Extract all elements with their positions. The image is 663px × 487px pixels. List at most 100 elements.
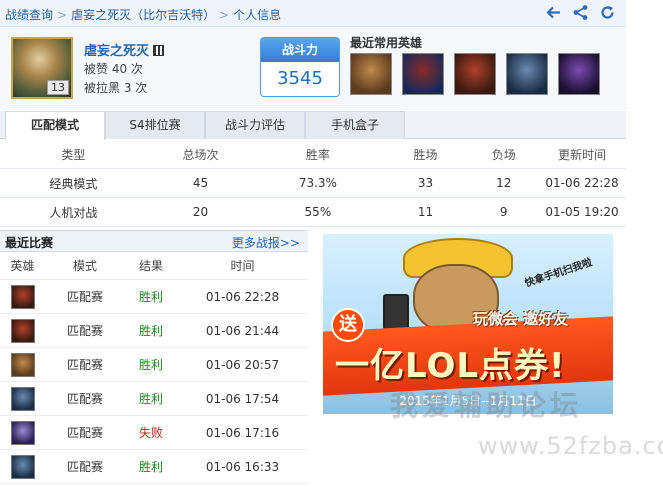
more-reports-link[interactable]: 更多战报>>	[232, 234, 300, 251]
player-name: 虐妄之死灭	[84, 40, 165, 59]
match-result: 胜利	[138, 392, 163, 406]
breadcrumb: 战绩查询 > 虐妄之死灭（比尔吉沃特） > 个人信息	[5, 6, 281, 23]
favorite-hero-icon[interactable]	[454, 53, 496, 95]
stats-table: 类型 总场次 胜率 胜场 负场 更新时间 经典模式 45 73.3% 33 12…	[0, 140, 626, 227]
match-time: 01-06 21:44	[205, 323, 280, 338]
breadcrumb-item-record-query[interactable]: 战绩查询	[5, 8, 53, 22]
tab-mobile-box[interactable]: 手机盒子	[305, 111, 405, 139]
recent-header-mode: 模式	[72, 259, 97, 273]
stats-cell-losses: 9	[499, 205, 508, 219]
match-row[interactable]: 匹配赛 胜利 01-06 20:57	[0, 348, 308, 382]
match-hero-cell	[0, 454, 45, 479]
power-label: 战斗力	[261, 38, 339, 62]
match-mode: 匹配赛	[66, 358, 103, 372]
match-row[interactable]: 匹配赛 胜利 01-06 16:33	[0, 450, 308, 484]
match-hero-cell	[0, 420, 45, 445]
refresh-icon[interactable]	[599, 4, 616, 21]
breadcrumb-item-player[interactable]: 虐妄之死灭（比尔吉沃特）	[71, 8, 215, 22]
favorite-heroes-title: 最近常用英雄	[350, 36, 423, 50]
match-mode: 匹配赛	[66, 324, 103, 338]
stats-header-total: 总场次	[182, 147, 219, 162]
match-hero-cell	[0, 352, 45, 377]
match-time: 01-06 17:16	[205, 425, 280, 440]
hero-portrait-icon	[10, 420, 35, 445]
stats-cell-type: 人机对战	[49, 205, 98, 220]
phone-qr-graphic	[383, 294, 409, 330]
match-result: 胜利	[138, 460, 163, 474]
hero-portrait-icon	[10, 454, 35, 479]
match-time: 01-06 20:57	[205, 357, 280, 372]
match-mode: 匹配赛	[66, 426, 103, 440]
player-name-text[interactable]: 虐妄之死灭	[84, 44, 149, 59]
match-row[interactable]: 匹配赛 胜利 01-06 17:54	[0, 382, 308, 416]
stats-cell-type: 经典模式	[49, 176, 98, 191]
stats-cell-total: 45	[192, 176, 209, 190]
praised-count: 被赞 40 次	[84, 62, 143, 76]
match-row[interactable]: 匹配赛 胜利 01-06 21:44	[0, 314, 308, 348]
hero-portrait-icon	[10, 318, 35, 343]
tab-power-evaluation[interactable]: 战斗力评估	[205, 111, 305, 139]
recent-matches-panel: 最近比赛 更多战报>> 英雄 模式 结果 时间 匹配赛 胜利 01-06 22:28…	[0, 230, 308, 487]
stats-cell-winrate: 55%	[304, 205, 332, 219]
stats-cell-updated: 01-05 19:20	[545, 205, 619, 219]
match-row[interactable]: 匹配赛 胜利 01-06 22:28	[0, 280, 308, 314]
banner-side-text: 快拿手机扫我啦	[523, 257, 594, 290]
match-hero-cell	[0, 386, 45, 411]
stats-cell-total: 20	[192, 205, 209, 219]
favorite-hero-icon[interactable]	[402, 53, 444, 95]
power-score-box: 战斗力 3545	[260, 37, 340, 97]
stats-cell-winrate: 73.3%	[298, 176, 337, 190]
recent-matches-header-row: 英雄 模式 结果 时间	[0, 252, 308, 280]
hero-portrait-icon	[10, 284, 35, 309]
favorite-heroes-list	[350, 53, 600, 95]
profile-panel: 13 虐妄之死灭 被赞 40 次 被拉黑 3 次 战斗力 3545 最近常用英雄	[0, 27, 626, 110]
stats-header-row: 类型 总场次 胜率 胜场 负场 更新时间	[0, 140, 626, 169]
watermark-url: www.52fzba.com	[478, 432, 663, 460]
match-result: 胜利	[138, 358, 163, 372]
recent-header-hero: 英雄	[10, 259, 35, 273]
breadcrumb-item-personal-info: 个人信息	[233, 8, 282, 22]
match-row[interactable]: 匹配赛 失败 01-06 17:16	[0, 416, 308, 450]
table-row: 人机对战 20 55% 11 9 01-05 19:20	[0, 198, 626, 227]
match-time: 01-06 16:33	[205, 459, 280, 474]
level-badge: 13	[47, 80, 69, 95]
recent-matches-title: 最近比赛	[5, 236, 54, 250]
power-value: 3545	[277, 68, 323, 89]
tab-s4-ranked[interactable]: S4排位赛	[105, 111, 205, 139]
stats-header-winrate: 胜率	[305, 147, 330, 162]
match-mode: 匹配赛	[66, 460, 103, 474]
stats-cell-losses: 12	[496, 176, 512, 190]
favorite-hero-icon[interactable]	[558, 53, 600, 95]
table-row: 经典模式 45 73.3% 33 12 01-06 22:28	[0, 169, 626, 198]
recent-header-time: 时间	[230, 259, 255, 273]
stats-header-wins: 胜场	[413, 147, 438, 162]
banner-headline: 一亿LOL点券!	[335, 346, 566, 386]
match-hero-cell	[0, 284, 45, 309]
match-mode: 匹配赛	[66, 290, 103, 304]
stats-header-updated: 更新时间	[557, 147, 606, 162]
recent-matches-header: 最近比赛 更多战报>>	[0, 230, 308, 252]
banner-subtitle: 玩微会 邀好友	[473, 310, 569, 328]
avatar: 13	[11, 37, 73, 99]
blacklisted-count: 被拉黑 3 次	[84, 81, 148, 95]
share-icon[interactable]	[572, 4, 589, 21]
favorite-hero-icon[interactable]	[506, 53, 548, 95]
tab-match-mode[interactable]: 匹配模式	[5, 111, 105, 140]
breadcrumb-separator: >	[57, 8, 68, 22]
match-result: 胜利	[138, 290, 163, 304]
watermark-forum-name: 我爱辅助论坛	[390, 389, 583, 422]
match-time: 01-06 17:54	[205, 391, 280, 406]
stats-cell-updated: 01-06 22:28	[545, 176, 619, 190]
match-hero-cell	[0, 318, 45, 343]
banner-badge: 送	[331, 308, 365, 342]
match-mode: 匹配赛	[66, 392, 103, 406]
favorite-hero-icon[interactable]	[350, 53, 392, 95]
qr-code-icon[interactable]	[153, 45, 165, 56]
back-arrow-icon[interactable]	[545, 4, 562, 21]
hero-portrait-icon	[10, 386, 35, 411]
hero-portrait-icon	[10, 352, 35, 377]
match-result: 胜利	[138, 324, 163, 338]
stats-cell-wins: 11	[417, 205, 434, 219]
breadcrumb-separator: >	[219, 8, 230, 22]
mode-tabs: 匹配模式 S4排位赛 战斗力评估 手机盒子	[0, 111, 626, 140]
